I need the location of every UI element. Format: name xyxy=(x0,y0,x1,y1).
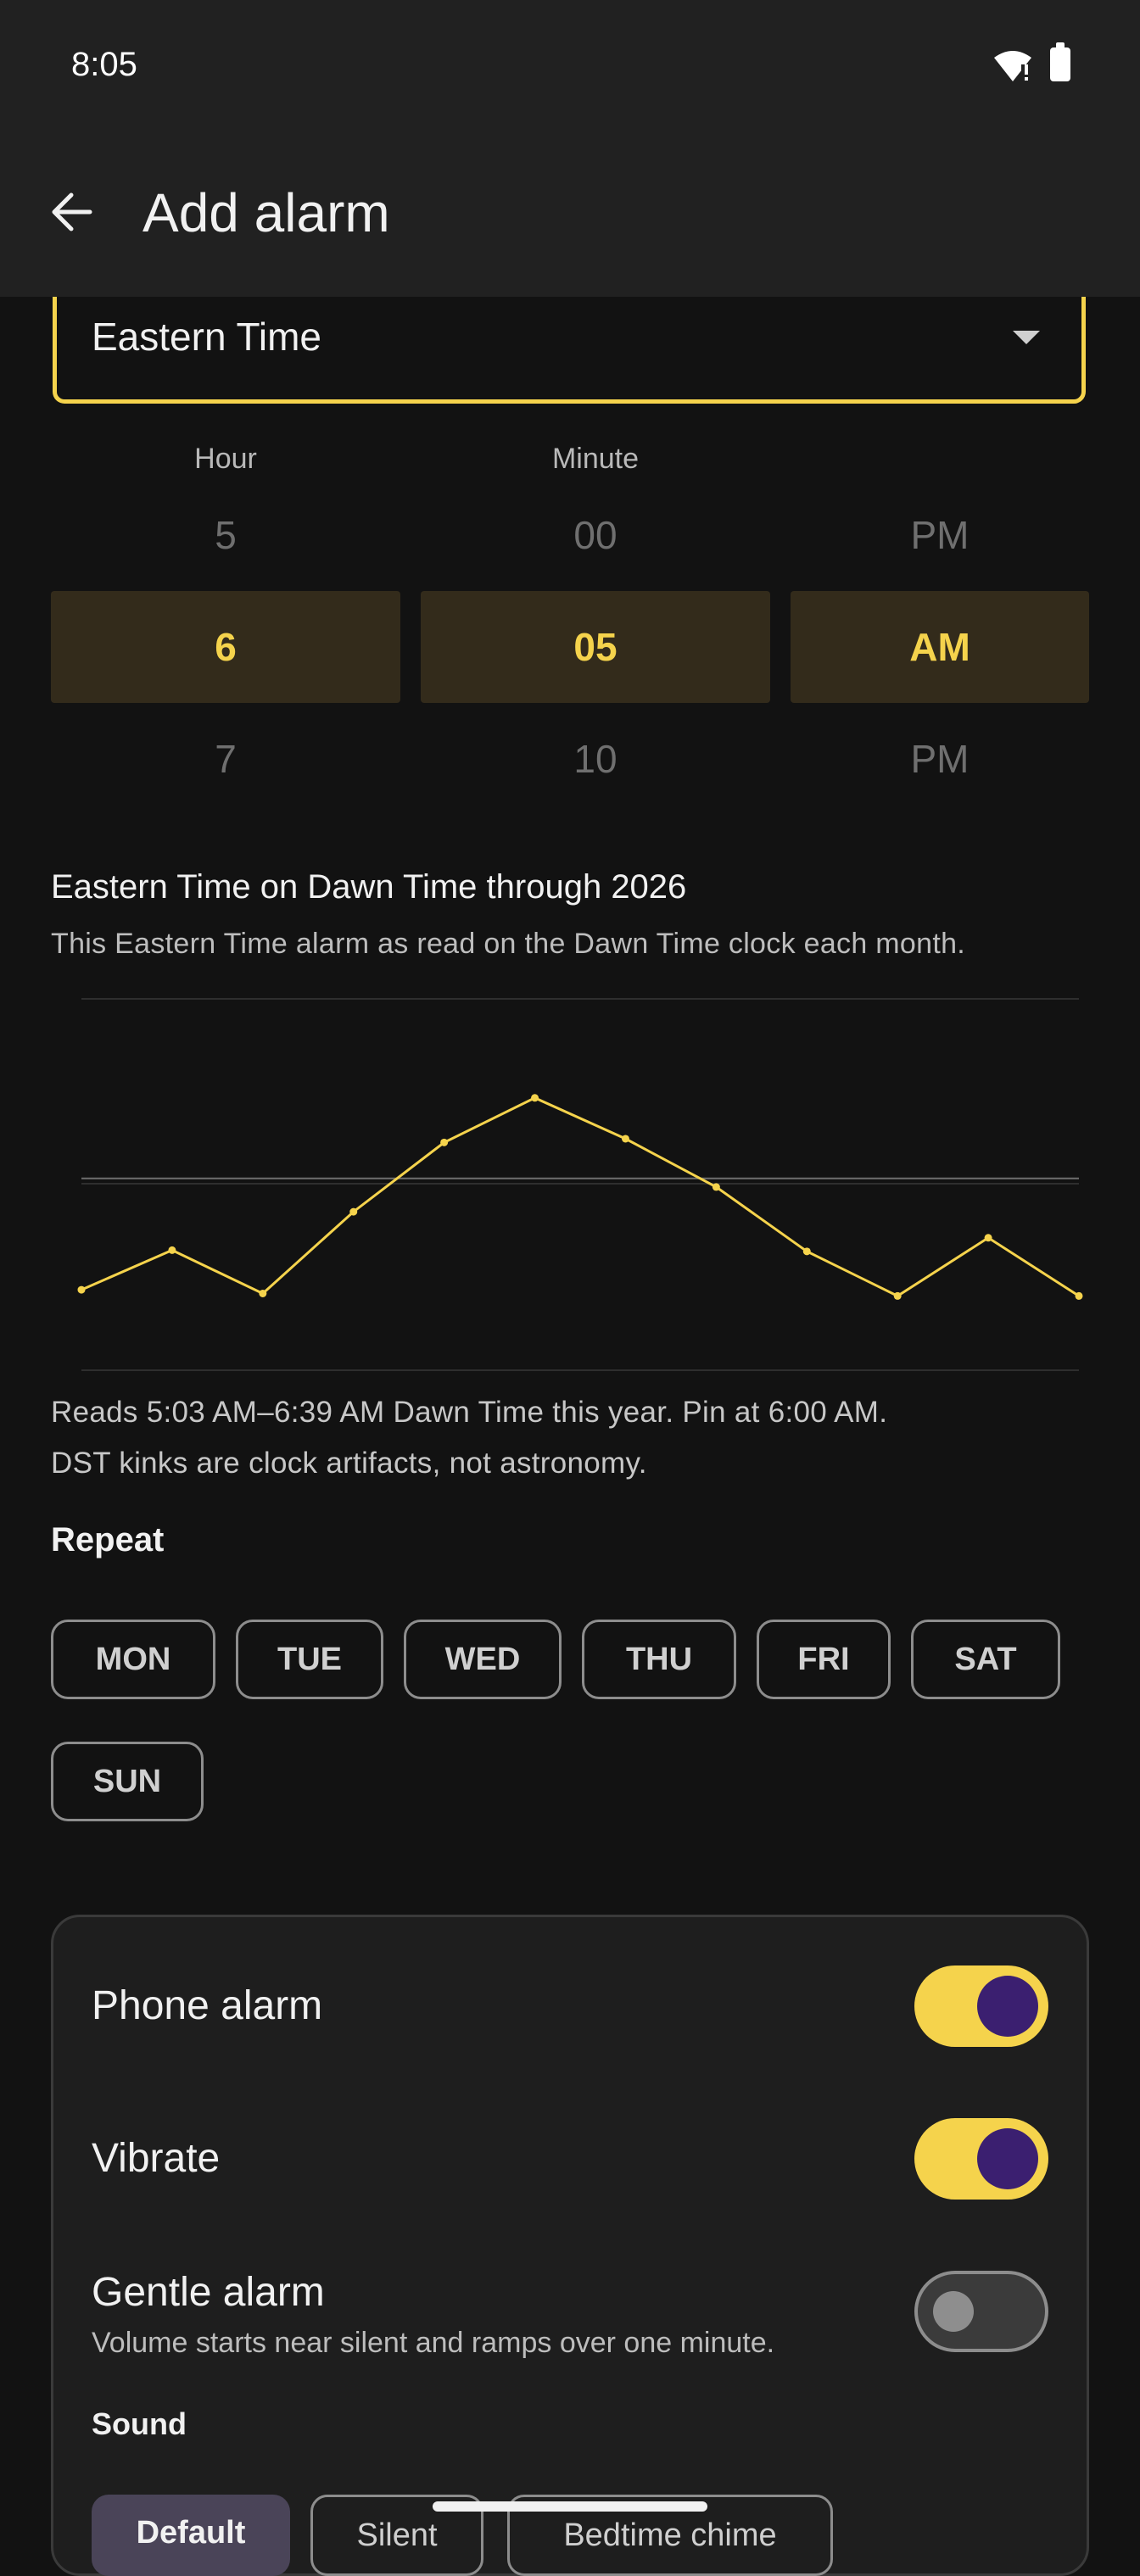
data-point xyxy=(259,1289,267,1297)
ampm-selected: AM xyxy=(909,625,970,669)
page-title: Add alarm xyxy=(142,182,390,243)
series-line xyxy=(81,1096,1080,1298)
day-tue-chip[interactable]: TUE xyxy=(236,1620,383,1699)
day-sun-chip[interactable]: SUN xyxy=(51,1742,204,1821)
status-bar xyxy=(0,0,1140,136)
data-point xyxy=(531,1094,539,1102)
repeat-label: Repeat xyxy=(51,1521,165,1558)
toggle-knob xyxy=(977,2128,1038,2189)
battery-icon xyxy=(1050,42,1070,81)
reading-summary: Reads 5:03 AM–6:39 AM Dawn Time this yea… xyxy=(51,1396,888,1429)
phone-alarm-toggle[interactable] xyxy=(914,1965,1048,2047)
gentle-alarm-label: Gentle alarm xyxy=(92,2270,325,2315)
dropdown-caret-icon[interactable] xyxy=(1013,331,1040,344)
toggle-knob xyxy=(933,2291,974,2332)
toggle-knob xyxy=(977,1976,1038,2037)
ampm-prev[interactable]: PM xyxy=(791,512,1089,558)
wifi-icon xyxy=(992,49,1033,87)
minute-next[interactable]: 10 xyxy=(421,736,770,782)
ampm-selection[interactable]: AM xyxy=(791,591,1089,703)
hour-column-label: Hour xyxy=(194,443,257,475)
data-point xyxy=(984,1234,992,1242)
chart-subtitle: This Eastern Time alarm as read on the D… xyxy=(51,928,966,960)
day-fri-chip[interactable]: FRI xyxy=(757,1620,891,1699)
dawn-time-chart xyxy=(77,998,1083,1371)
gesture-nav-handle[interactable] xyxy=(433,2501,707,2512)
data-point xyxy=(802,1247,811,1256)
sound-default-chip[interactable]: Default xyxy=(92,2495,290,2576)
hour-next[interactable]: 7 xyxy=(53,736,399,782)
data-point xyxy=(712,1183,720,1191)
data-point xyxy=(1075,1291,1083,1300)
vibrate-label: Vibrate xyxy=(92,2136,221,2181)
data-point xyxy=(621,1135,629,1143)
data-point xyxy=(168,1246,176,1254)
back-arrow-icon[interactable] xyxy=(48,188,95,240)
minute-prev[interactable]: 00 xyxy=(421,512,770,558)
timezone-value: Eastern Time xyxy=(92,315,321,359)
minute-selection[interactable]: 05 xyxy=(421,591,770,703)
sound-label: Sound xyxy=(92,2406,187,2441)
day-sat-chip[interactable]: SAT xyxy=(911,1620,1060,1699)
day-mon-chip[interactable]: MON xyxy=(51,1620,215,1699)
chart-title: Eastern Time on Dawn Time through 2026 xyxy=(51,868,687,906)
data-point xyxy=(349,1207,358,1216)
gentle-alarm-description: Volume starts near silent and ramps over… xyxy=(92,2327,775,2359)
data-point xyxy=(893,1291,902,1300)
day-thu-chip[interactable]: THU xyxy=(582,1620,736,1699)
dst-note: DST kinks are clock artifacts, not astro… xyxy=(51,1447,647,1480)
day-wed-chip[interactable]: WED xyxy=(404,1620,562,1699)
hour-selected: 6 xyxy=(215,625,237,669)
data-point xyxy=(77,1285,86,1294)
phone-alarm-label: Phone alarm xyxy=(92,1983,323,2028)
minute-column-label: Minute xyxy=(551,443,640,475)
minute-selected: 05 xyxy=(573,625,618,669)
vibrate-toggle[interactable] xyxy=(914,2118,1048,2200)
status-time: 8:05 xyxy=(71,46,137,83)
gentle-alarm-toggle[interactable] xyxy=(914,2271,1048,2352)
ampm-next[interactable]: PM xyxy=(791,736,1089,782)
hour-prev[interactable]: 5 xyxy=(53,512,399,558)
hour-selection[interactable]: 6 xyxy=(51,591,400,703)
data-point xyxy=(440,1138,449,1146)
